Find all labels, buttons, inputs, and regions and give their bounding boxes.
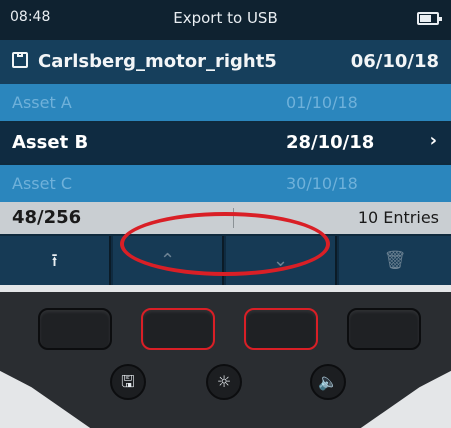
entries-count: 10 Entries [357,208,439,227]
asset-date: 01/10/18 [286,93,358,112]
brightness-hardware-button[interactable]: ☼ [206,364,242,400]
asset-name: Asset B [12,132,89,153]
asset-date: 30/10/18 [286,174,358,193]
device-screen: 08:48 Export to USB Carlsberg_motor_righ… [0,0,451,285]
volume-hardware-button[interactable]: 🔈 [310,364,346,400]
asset-count: 48/256 [12,207,82,228]
export-softkey[interactable]: ⭱ [0,236,111,285]
hardware-key-down[interactable] [244,308,318,350]
chevron-down-icon: ⌄ [272,250,289,271]
screen-title: Export to USB [173,9,278,27]
hardware-key-1[interactable] [38,308,112,350]
hardware-panel: 🖫 ☼ 🔈 [0,292,451,428]
list-item[interactable]: Asset C 30/10/18 [0,165,451,202]
brightness-icon: ☼ [216,372,232,391]
hardware-key-up[interactable] [141,308,215,350]
trash-icon: 🗑 [383,250,407,271]
save-icon: 🖫 [121,372,135,391]
file-header: Carlsberg_motor_right5 06/10/18 [0,40,451,84]
info-bar: 48/256 10 Entries [0,202,451,234]
volume-icon: 🔈 [318,372,338,391]
asset-name: Asset C [12,174,72,193]
list-item[interactable]: Asset A 01/10/18 [0,84,451,121]
save-hardware-button[interactable]: 🖫 [110,364,146,400]
scroll-up-softkey[interactable]: ⌃ [113,236,224,285]
asset-name: Asset A [12,93,72,112]
battery-icon [417,12,442,25]
divider [233,208,234,228]
file-date: 06/10/18 [350,51,439,72]
save-icon [12,52,28,68]
softkey-bar: ⭱ ⌃ ⌄ 🗑 [0,236,451,285]
hardware-key-4[interactable] [347,308,421,350]
list-item-selected[interactable]: Asset B 28/10/18 › [0,123,451,163]
chevron-right-icon: › [429,130,437,151]
file-name: Carlsberg_motor_right5 [38,51,277,72]
scroll-down-softkey[interactable]: ⌄ [226,236,337,285]
delete-softkey[interactable]: 🗑 [339,236,451,285]
upload-icon: ⭱ [51,250,58,271]
status-bar: 08:48 Export to USB [0,0,451,40]
asset-date: 28/10/18 [286,132,375,153]
chevron-up-icon: ⌃ [159,250,176,271]
